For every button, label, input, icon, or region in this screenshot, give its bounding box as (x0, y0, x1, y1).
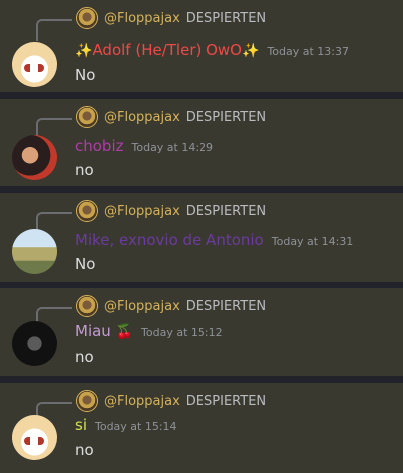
reply-connector (36, 19, 72, 41)
message-content: No (75, 255, 96, 273)
timestamp: Today at 14:29 (131, 141, 214, 154)
message-content: No (75, 66, 96, 84)
author-name[interactable]: ✨Adolf (He/Tler) OwO✨ (75, 41, 259, 59)
reply-author[interactable]: @Floppajax (104, 394, 180, 409)
timestamp: Today at 13:37 (267, 45, 349, 58)
author-name[interactable]: chobiz (75, 137, 124, 155)
reply-avatar (76, 7, 98, 29)
reply-preview[interactable]: @Floppajax DESPIERTEN (76, 199, 266, 223)
author-name[interactable]: Mike, exnovio de Antonio (75, 231, 264, 249)
reply-text: DESPIERTEN (185, 109, 267, 125)
reply-preview[interactable]: @Floppajax DESPIERTEN (76, 294, 266, 318)
reply-text: DESPIERTEN (185, 203, 267, 219)
message-item[interactable]: @Floppajax DESPIERTEN Miau 🍒 Today at 15… (0, 288, 403, 376)
message-item[interactable]: @Floppajax DESPIERTEN ✨Adolf (He/Tler) O… (0, 0, 403, 92)
reply-avatar (76, 106, 98, 128)
message-content: no (75, 441, 94, 459)
reply-avatar (76, 390, 98, 412)
message-item[interactable]: @Floppajax DESPIERTEN si Today at 15:14 … (0, 383, 403, 473)
message-content: no (75, 348, 94, 366)
avatar[interactable] (12, 135, 57, 180)
reply-preview[interactable]: @Floppajax DESPIERTEN (76, 6, 266, 30)
author-name[interactable]: si (75, 416, 87, 434)
avatar[interactable] (12, 415, 57, 460)
sparkles-icon: ✨ (75, 43, 93, 59)
reply-preview[interactable]: @Floppajax DESPIERTEN (76, 105, 266, 129)
reply-text: DESPIERTEN (185, 10, 267, 26)
cherries-icon: 🍒 (115, 324, 134, 340)
reply-text: DESPIERTEN (185, 393, 267, 409)
reply-author[interactable]: @Floppajax (104, 299, 180, 314)
reply-text: DESPIERTEN (185, 298, 267, 314)
timestamp: Today at 15:14 (94, 420, 177, 433)
reply-author[interactable]: @Floppajax (104, 110, 180, 125)
timestamp: Today at 14:31 (271, 235, 354, 248)
message-item[interactable]: @Floppajax DESPIERTEN chobiz Today at 14… (0, 99, 403, 186)
avatar[interactable] (12, 229, 57, 274)
reply-author[interactable]: @Floppajax (104, 11, 180, 26)
timestamp: Today at 15:12 (141, 326, 223, 339)
message-content: no (75, 161, 94, 179)
avatar[interactable] (12, 321, 57, 366)
message-item[interactable]: @Floppajax DESPIERTEN Mike, exnovio de A… (0, 193, 403, 282)
author-name[interactable]: Miau 🍒 (75, 322, 133, 340)
reply-avatar (76, 200, 98, 222)
reply-avatar (76, 295, 98, 317)
reply-preview[interactable]: @Floppajax DESPIERTEN (76, 389, 266, 413)
reply-author[interactable]: @Floppajax (104, 204, 180, 219)
sparkles-icon: ✨ (242, 43, 260, 59)
avatar[interactable] (12, 42, 57, 87)
